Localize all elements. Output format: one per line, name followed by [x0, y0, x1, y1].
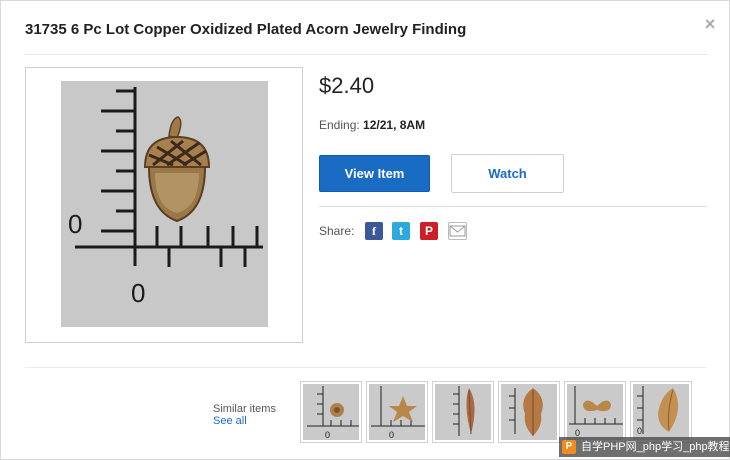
similar-item-thumbnail[interactable]: 0 [564, 381, 626, 443]
similar-item-thumbnail[interactable] [498, 381, 560, 443]
thumb-scale-label: 0 [325, 430, 330, 440]
product-image: 0 0 [61, 81, 268, 327]
share-label: Share: [319, 224, 355, 238]
similar-item-thumbnail[interactable] [432, 381, 494, 443]
image-scale-label: 0 [68, 209, 82, 239]
thumb-scale-label: 0 [389, 430, 394, 440]
twitter-icon[interactable]: t [392, 222, 410, 240]
see-all-link[interactable]: See all [213, 415, 247, 427]
watermark-badge: P 自学PHP网_php学习_php教程 [559, 437, 730, 457]
item-price: $2.40 [319, 73, 375, 98]
product-image-frame[interactable]: 0 0 [25, 67, 303, 343]
ending-value: 12/21, 8AM [363, 118, 426, 132]
thumb-scale-label: 0 [637, 426, 642, 436]
item-preview-modal: 31735 6 Pc Lot Copper Oxidized Plated Ac… [0, 0, 730, 460]
ending-label: Ending: [319, 118, 360, 132]
divider [319, 206, 707, 207]
ending-info: Ending: 12/21, 8AM [319, 118, 425, 132]
similar-items-label: Similar items [213, 403, 276, 415]
watermark-text: 自学PHP网_php学习_php教程 [581, 441, 730, 453]
close-icon[interactable]: × [701, 15, 719, 33]
similar-item-thumbnail[interactable]: 0 [630, 381, 692, 443]
pinterest-icon[interactable]: P [420, 222, 438, 240]
facebook-icon[interactable]: f [365, 222, 383, 240]
divider [25, 367, 707, 368]
php-logo-icon: P [562, 440, 576, 454]
similar-item-thumbnail[interactable]: 0 [366, 381, 428, 443]
image-scale-label: 0 [131, 278, 145, 308]
similar-item-thumbnail[interactable]: 0 [300, 381, 362, 443]
modal-title: 31735 6 Pc Lot Copper Oxidized Plated Ac… [25, 21, 467, 38]
watch-button[interactable]: Watch [451, 154, 564, 193]
divider [25, 54, 707, 55]
email-icon[interactable] [448, 222, 467, 240]
view-item-button[interactable]: View Item [319, 155, 430, 192]
